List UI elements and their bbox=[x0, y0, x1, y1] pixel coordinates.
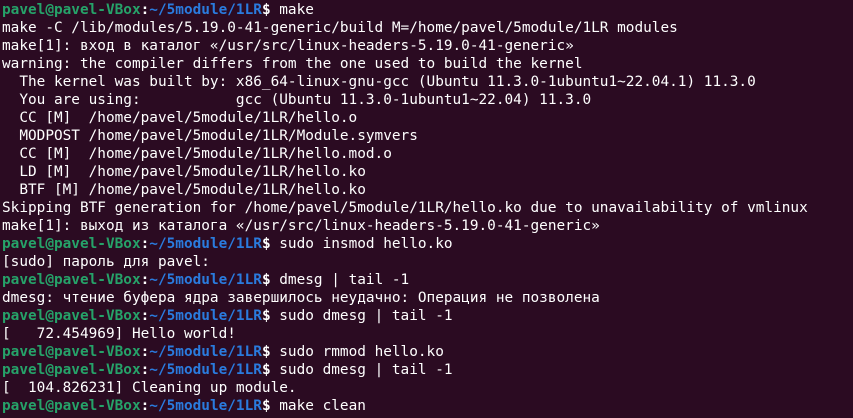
prompt-colon: : bbox=[140, 362, 150, 378]
output-line: warning: the compiler differs from the o… bbox=[2, 55, 853, 73]
output-text: The kernel was built by: x86_64-linux-gn… bbox=[2, 74, 756, 90]
output-text: make[1]: вход в каталог «/usr/src/linux-… bbox=[2, 38, 574, 54]
output-line: You are using: gcc (Ubuntu 11.3.0-1ubunt… bbox=[2, 91, 853, 109]
prompt-colon: : bbox=[140, 344, 150, 360]
command-text: make bbox=[279, 2, 314, 18]
output-line: CC [M] /home/pavel/5module/1LR/hello.mod… bbox=[2, 145, 853, 163]
prompt-colon: : bbox=[140, 272, 150, 288]
terminal-output: pavel@pavel-VBox:~/5module/1LR$ make make… bbox=[2, 1, 853, 415]
output-line: The kernel was built by: x86_64-linux-gn… bbox=[2, 73, 853, 91]
prompt-path: ~/5module/1LR bbox=[149, 362, 262, 378]
prompt-symbol: $ bbox=[261, 362, 280, 378]
prompt-colon: : bbox=[140, 236, 150, 252]
prompt-colon: : bbox=[140, 308, 150, 324]
output-text: [ 72.454969] Hello world! bbox=[2, 326, 236, 342]
output-text: Skipping BTF generation for /home/pavel/… bbox=[2, 200, 808, 216]
prompt-user-host: pavel@pavel-VBox bbox=[2, 236, 141, 252]
prompt-symbol: $ bbox=[261, 308, 280, 324]
prompt-path: ~/5module/1LR bbox=[149, 272, 262, 288]
output-text: You are using: gcc (Ubuntu 11.3.0-1ubunt… bbox=[2, 92, 592, 108]
output-text: CC [M] /home/pavel/5module/1LR/hello.o bbox=[2, 110, 358, 126]
prompt-line: pavel@pavel-VBox:~/5module/1LR$ make cle… bbox=[2, 397, 853, 415]
output-line: BTF [M] /home/pavel/5module/1LR/hello.ko bbox=[2, 181, 853, 199]
output-line: [ 72.454969] Hello world! bbox=[2, 325, 853, 343]
prompt-line: pavel@pavel-VBox:~/5module/1LR$ make bbox=[2, 1, 853, 19]
command-text: sudo dmesg | tail -1 bbox=[279, 362, 453, 378]
terminal-window[interactable]: pavel@pavel-VBox:~/5module/1LR$ make make… bbox=[0, 0, 853, 418]
prompt-path: ~/5module/1LR bbox=[149, 398, 262, 414]
output-text: [ 104.826231] Cleaning up module. bbox=[2, 380, 297, 396]
output-text: LD [M] /home/pavel/5module/1LR/hello.ko bbox=[2, 164, 366, 180]
output-line: LD [M] /home/pavel/5module/1LR/hello.ko bbox=[2, 163, 853, 181]
output-line: MODPOST /home/pavel/5module/1LR/Module.s… bbox=[2, 127, 853, 145]
output-text: warning: the compiler differs from the o… bbox=[2, 56, 583, 72]
prompt-user-host: pavel@pavel-VBox bbox=[2, 398, 141, 414]
output-line: [sudo] пароль для pavel: bbox=[2, 253, 853, 271]
prompt-user-host: pavel@pavel-VBox bbox=[2, 344, 141, 360]
prompt-user-host: pavel@pavel-VBox bbox=[2, 308, 141, 324]
output-text: make[1]: выход из каталога «/usr/src/lin… bbox=[2, 218, 600, 234]
output-line: make -C /lib/modules/5.19.0-41-generic/b… bbox=[2, 19, 853, 37]
prompt-colon: : bbox=[140, 2, 150, 18]
prompt-path: ~/5module/1LR bbox=[149, 236, 262, 252]
prompt-path: ~/5module/1LR bbox=[149, 2, 262, 18]
output-text: MODPOST /home/pavel/5module/1LR/Module.s… bbox=[2, 128, 418, 144]
output-line: CC [M] /home/pavel/5module/1LR/hello.o bbox=[2, 109, 853, 127]
prompt-line: pavel@pavel-VBox:~/5module/1LR$ sudo dme… bbox=[2, 361, 853, 379]
output-line: [ 104.826231] Cleaning up module. bbox=[2, 379, 853, 397]
output-line: dmesg: чтение буфера ядра завершилось не… bbox=[2, 289, 853, 307]
prompt-symbol: $ bbox=[261, 398, 280, 414]
command-text: sudo dmesg | tail -1 bbox=[279, 308, 453, 324]
output-text: [sudo] пароль для pavel: bbox=[2, 254, 210, 270]
prompt-user-host: pavel@pavel-VBox bbox=[2, 2, 141, 18]
output-text: make -C /lib/modules/5.19.0-41-generic/b… bbox=[2, 20, 678, 36]
output-line: make[1]: выход из каталога «/usr/src/lin… bbox=[2, 217, 853, 235]
output-text: CC [M] /home/pavel/5module/1LR/hello.mod… bbox=[2, 146, 392, 162]
prompt-line: pavel@pavel-VBox:~/5module/1LR$ sudo dme… bbox=[2, 307, 853, 325]
output-text: BTF [M] /home/pavel/5module/1LR/hello.ko bbox=[2, 182, 366, 198]
command-text: make clean bbox=[279, 398, 366, 414]
prompt-symbol: $ bbox=[261, 272, 280, 288]
command-text: sudo rmmod hello.ko bbox=[279, 344, 444, 360]
output-text: dmesg: чтение буфера ядра завершилось не… bbox=[2, 290, 600, 306]
prompt-line: pavel@pavel-VBox:~/5module/1LR$ sudo rmm… bbox=[2, 343, 853, 361]
prompt-symbol: $ bbox=[261, 236, 280, 252]
prompt-path: ~/5module/1LR bbox=[149, 344, 262, 360]
output-line: make[1]: вход в каталог «/usr/src/linux-… bbox=[2, 37, 853, 55]
prompt-user-host: pavel@pavel-VBox bbox=[2, 362, 141, 378]
output-line: Skipping BTF generation for /home/pavel/… bbox=[2, 199, 853, 217]
prompt-path: ~/5module/1LR bbox=[149, 308, 262, 324]
prompt-symbol: $ bbox=[261, 344, 280, 360]
prompt-user-host: pavel@pavel-VBox bbox=[2, 272, 141, 288]
prompt-symbol: $ bbox=[261, 2, 280, 18]
prompt-line: pavel@pavel-VBox:~/5module/1LR$ dmesg | … bbox=[2, 271, 853, 289]
command-text: dmesg | tail -1 bbox=[279, 272, 410, 288]
prompt-line: pavel@pavel-VBox:~/5module/1LR$ sudo ins… bbox=[2, 235, 853, 253]
prompt-colon: : bbox=[140, 398, 150, 414]
command-text: sudo insmod hello.ko bbox=[279, 236, 453, 252]
